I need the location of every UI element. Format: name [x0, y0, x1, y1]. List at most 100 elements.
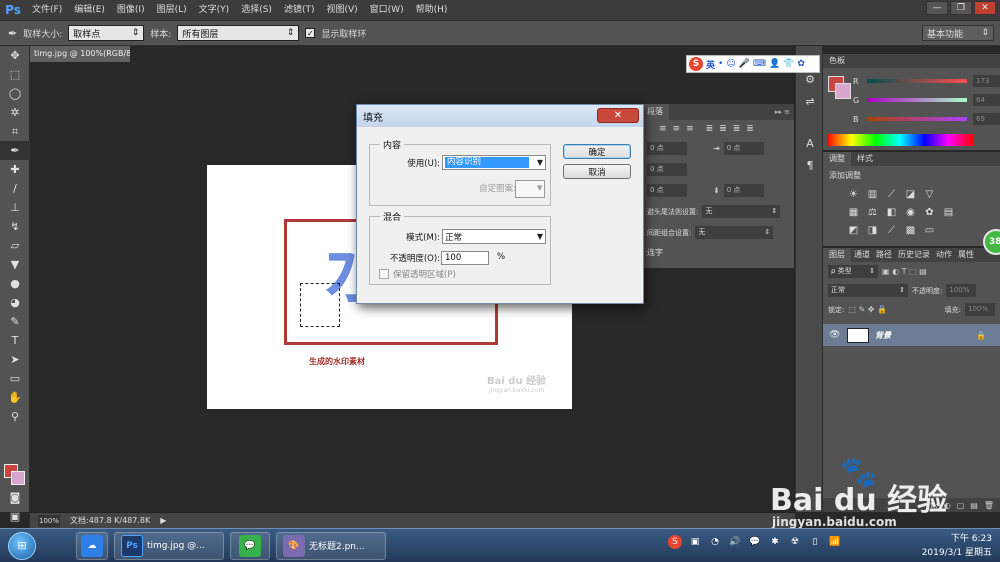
marquee-selection[interactable] [300, 283, 340, 327]
first-line-indent-field[interactable]: 0 点 [647, 163, 687, 176]
color-spectrum-bar[interactable] [827, 134, 973, 146]
wechat-tray-icon[interactable]: 💬 [748, 535, 762, 549]
green-slider[interactable] [867, 98, 967, 102]
lasso-tool-icon[interactable]: ◯ [0, 84, 30, 103]
sample-select[interactable]: 所有图层 ⇕ [177, 25, 300, 41]
ime-language-toggle[interactable]: 英 [706, 58, 715, 71]
visibility-eye-icon[interactable]: 👁 [829, 330, 841, 340]
battery-icon[interactable]: ▯ [808, 535, 822, 549]
menu-type[interactable]: 文字(Y) [193, 0, 236, 20]
indent-left-field[interactable]: 0 点 [647, 142, 687, 155]
crop-tool-icon[interactable]: ⌗ [0, 122, 30, 141]
quick-mask-icon[interactable]: ◙ [0, 488, 30, 507]
cancel-button[interactable]: 取消 [563, 164, 631, 179]
document-tab[interactable]: timg.jpg @ 100%(RGB/8#) * [30, 46, 130, 62]
blur-tool-icon[interactable]: ● [0, 274, 30, 293]
hyphen-select[interactable]: 无 ⇕ [702, 205, 781, 218]
red-slider[interactable] [867, 79, 967, 83]
lock-options-icon[interactable]: ⬚ ✎ ✥ 🔒 [848, 305, 887, 314]
vibrance-icon[interactable]: ▽ [923, 188, 936, 200]
exposure-icon[interactable]: ◪ [904, 188, 917, 200]
magic-wand-tool-icon[interactable]: ✲ [0, 103, 30, 122]
justify-right-icon[interactable]: ≣ [733, 124, 741, 134]
type-tool-icon[interactable]: T [0, 331, 30, 350]
tab-swatches[interactable]: 色板 [823, 54, 851, 68]
opacity-input[interactable]: 100 [441, 251, 489, 265]
curves-icon[interactable]: ⟋ [885, 188, 898, 200]
menu-filter[interactable]: 滤镜(T) [278, 0, 321, 20]
ok-button[interactable]: 确定 [563, 144, 631, 159]
dialog-titlebar[interactable]: 填充 ✕ [357, 105, 643, 127]
brush-tool-icon[interactable]: / [0, 179, 30, 198]
menu-help[interactable]: 帮助(H) [410, 0, 454, 20]
dodge-tool-icon[interactable]: ◕ [0, 293, 30, 312]
screen-mode-icon[interactable]: ▣ [0, 507, 30, 526]
black-white-icon[interactable]: ◧ [885, 206, 898, 218]
fill-field[interactable]: 100% [965, 303, 995, 316]
user-icon[interactable]: 👤 [769, 59, 780, 69]
teamviewer-tray-icon[interactable]: ◔ [708, 535, 722, 549]
space-after-field[interactable]: 0 点 [723, 184, 764, 197]
move-tool-icon[interactable]: ✥ [0, 46, 30, 65]
punctuation-icon[interactable]: • [718, 59, 723, 69]
menu-select[interactable]: 选择(S) [235, 0, 278, 20]
tab-styles[interactable]: 样式 [851, 152, 879, 166]
mode-select[interactable]: 正常 ▼ [442, 229, 546, 244]
layer-row-background[interactable]: 👁 背景 🔒 [823, 324, 1000, 346]
wifi-icon[interactable]: 📶 [828, 535, 842, 549]
preserve-transparency-checkbox[interactable] [379, 269, 389, 279]
hue-saturation-icon[interactable]: ▦ [847, 206, 860, 218]
minimize-button[interactable]: — [926, 1, 948, 15]
align-right-icon[interactable]: ≡ [686, 124, 694, 134]
path-selection-tool-icon[interactable]: ➤ [0, 350, 30, 369]
use-select[interactable]: 内容识别 ▼ [442, 155, 546, 170]
taskbar-baidu-netdisk[interactable]: ☁ [76, 531, 108, 560]
justify-left-icon[interactable]: ≣ [706, 124, 714, 134]
close-window-button[interactable]: ✕ [974, 1, 996, 15]
hyphenate-label[interactable]: 连字 [647, 247, 663, 258]
layer-blend-select[interactable]: 正常 ⇕ [828, 284, 908, 297]
eyedropper-icon[interactable]: ✒ [8, 27, 17, 40]
panel-menu-icon[interactable]: ▸▸ ≡ [775, 108, 794, 116]
taskbar-wechat[interactable]: 💬 [230, 531, 270, 560]
align-left-icon[interactable]: ≡ [659, 124, 667, 134]
bluetooth-icon[interactable]: ✱ [768, 535, 782, 549]
menu-window[interactable]: 窗口(W) [364, 0, 410, 20]
healing-brush-tool-icon[interactable]: ✚ [0, 160, 30, 179]
align-center-icon[interactable]: ≡ [673, 124, 681, 134]
levels-icon[interactable]: ▥ [866, 188, 879, 200]
green-value[interactable]: 64 [973, 94, 1000, 106]
brightness-icon[interactable]: ☀ [847, 188, 860, 200]
sogou-logo-icon[interactable]: S [689, 57, 703, 71]
clone-stamp-tool-icon[interactable]: ⊥ [0, 198, 30, 217]
channel-mixer-icon[interactable]: ✿ [923, 206, 936, 218]
menu-view[interactable]: 视图(V) [320, 0, 363, 20]
sample-size-select[interactable]: 取样点 ⇕ [68, 25, 145, 41]
background-color-swatch[interactable] [11, 471, 25, 485]
eyedropper-tool-icon[interactable]: ✒ [0, 141, 30, 160]
tab-history[interactable]: 历史记录 [895, 248, 933, 262]
microphone-icon[interactable]: 🎤 [739, 59, 750, 69]
workspace-select[interactable]: 基本功能 ⇕ [922, 25, 994, 41]
rectangle-tool-icon[interactable]: ▭ [0, 369, 30, 388]
restore-button[interactable]: ❐ [950, 1, 972, 15]
zoom-tool-icon[interactable]: ⚲ [0, 407, 30, 426]
sogou-tray-icon[interactable]: S [668, 535, 682, 549]
antivirus-tray-icon[interactable]: ☢ [788, 535, 802, 549]
taskbar-photoshop[interactable]: Ps timg.jpg @... [114, 531, 224, 560]
spacing-select[interactable]: 无 ⇕ [695, 226, 774, 239]
tab-properties[interactable]: 属性 [955, 248, 977, 262]
network-tray-icon[interactable]: ▣ [688, 535, 702, 549]
gradient-map-icon[interactable]: ▭ [923, 224, 936, 236]
toolbox-icon[interactable]: ✿ [797, 59, 805, 69]
menu-image[interactable]: 图像(I) [111, 0, 151, 20]
emoji-icon[interactable]: ☺ [726, 59, 735, 69]
hand-tool-icon[interactable]: ✋ [0, 388, 30, 407]
skin-icon[interactable]: 👕 [783, 59, 794, 69]
zoom-field[interactable]: 100% [38, 514, 60, 527]
actions-panel-icon[interactable]: ⇌ [796, 90, 824, 112]
pen-tool-icon[interactable]: ✎ [0, 312, 30, 331]
eraser-tool-icon[interactable]: ▱ [0, 236, 30, 255]
menu-edit[interactable]: 编辑(E) [68, 0, 111, 20]
dialog-close-button[interactable]: ✕ [597, 108, 639, 123]
